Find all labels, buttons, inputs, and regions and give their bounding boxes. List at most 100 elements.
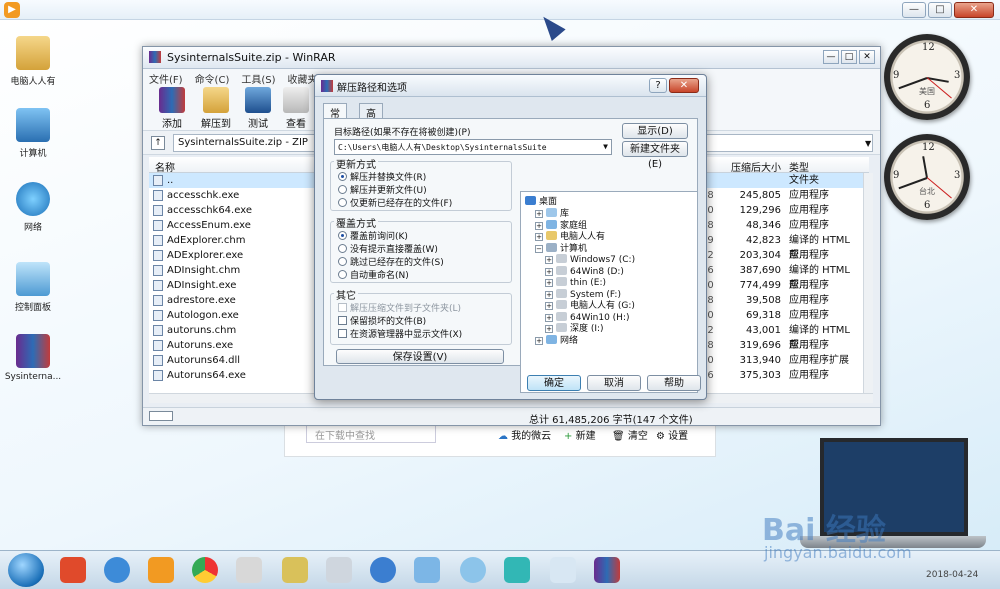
extract-to-button[interactable]: 解压到 (197, 87, 235, 130)
dialog-app-icon (321, 80, 333, 92)
expand-toggle-icon[interactable]: − (535, 244, 543, 253)
add-archive-icon (159, 87, 185, 113)
tree-node[interactable]: + System (F:) (545, 288, 621, 301)
clock-gadget[interactable]: 12 3 6 9 台北 (884, 134, 970, 220)
tree-node-desktop[interactable]: 桌面 (525, 196, 557, 208)
update-mode-label: 更新方式 (334, 156, 378, 171)
fan-icon[interactable] (460, 557, 486, 583)
radio-extract-replace[interactable]: 解压并替换文件(R) (338, 172, 426, 184)
tree-node[interactable]: + 电脑人人有 (G:) (545, 300, 635, 312)
dialog-close-button[interactable]: ✕ (669, 78, 699, 93)
column-packed-size[interactable]: 压缩后大小 (731, 159, 781, 174)
drive-icon[interactable] (149, 411, 173, 421)
menu-command[interactable]: 命令(C) (189, 69, 236, 86)
radio-ask-before-overwrite[interactable]: 覆盖前询问(K) (338, 231, 408, 243)
desktop-icon-network[interactable]: 网络 (0, 182, 66, 233)
up-folder-icon[interactable]: ↑ (151, 136, 165, 150)
computer-icon (16, 108, 50, 142)
help-button[interactable]: 帮助 (647, 375, 701, 391)
winrar-close-button[interactable]: ✕ (859, 50, 875, 64)
chrome-icon[interactable] (192, 557, 218, 583)
target-path-input[interactable]: C:\Users\电脑人人有\Desktop\SysinternalsSuite… (334, 139, 612, 155)
tree-node[interactable]: +64Win10 (H:) (545, 311, 630, 324)
tree-node[interactable]: + 家庭组 (535, 219, 587, 232)
tree-node[interactable]: +64Win8 (D:) (545, 265, 624, 278)
desktop-icon-control-panel[interactable]: 控制面板 (0, 262, 66, 313)
menu-file[interactable]: 文件(F) (143, 69, 189, 86)
expand-toggle-icon[interactable]: + (545, 279, 553, 287)
menu-tools[interactable]: 工具(S) (235, 69, 281, 86)
explorer-icon[interactable] (282, 557, 308, 583)
document-icon[interactable] (326, 557, 352, 583)
tree-node[interactable]: + 库 (535, 208, 569, 220)
show-button[interactable]: 显示(D) (622, 123, 688, 139)
radio-overwrite-without-prompt[interactable]: 没有提示直接覆盖(W) (338, 244, 438, 256)
ok-button[interactable]: 确定 (527, 375, 581, 391)
expand-toggle-icon[interactable]: + (545, 290, 553, 299)
file-name: .. (167, 175, 174, 186)
desktop-icon-sysinternals[interactable]: Sysinterna... (0, 334, 66, 382)
media-player-icon[interactable] (148, 557, 174, 583)
expand-toggle-icon[interactable]: + (535, 336, 543, 345)
clock-gadget[interactable]: 12 3 6 9 美国 (884, 34, 970, 120)
add-button[interactable]: 添加 (153, 87, 191, 130)
tab-advanced[interactable]: 高级 (359, 103, 383, 135)
tree-node[interactable]: + 电脑人人有 (535, 231, 605, 243)
tree-node[interactable]: + 网络 (535, 334, 578, 347)
save-settings-button[interactable]: 保存设置(V) (336, 349, 504, 364)
remote-desktop-icon[interactable] (414, 557, 440, 583)
new-folder-button[interactable]: 新建文件夹(E) (622, 141, 688, 170)
expand-toggle-icon[interactable]: + (545, 325, 553, 333)
folder-tree[interactable]: 桌面 + 库 + 家庭组 + 电脑人人有 − 计算机 + Windows7 (C:) +64Win8 … (520, 191, 698, 393)
download-link-weiyun[interactable]: ☁ 我的微云 (498, 427, 551, 442)
download-link-new[interactable]: + 新建 (564, 427, 596, 442)
checkbox-extract-to-subfolder[interactable]: 解压压缩文件到子文件夹(L) (338, 303, 461, 315)
tree-node[interactable]: − 计算机 (535, 242, 587, 255)
test-button[interactable]: 测试 (239, 87, 277, 130)
expand-toggle-icon[interactable]: + (535, 210, 543, 218)
download-link-settings[interactable]: ⚙ 设置 (656, 427, 688, 442)
winrar-minimize-button[interactable]: — (823, 50, 839, 64)
radio-skip-existing[interactable]: 跳过已经存在的文件(S) (338, 257, 444, 269)
view-button[interactable]: 查看 (277, 87, 315, 130)
radio-extract-update[interactable]: 解压并更新文件(U) (338, 185, 427, 197)
desktop-icon-computer[interactable]: 计算机 (0, 108, 66, 159)
outer-minimize-button[interactable]: — (902, 2, 926, 18)
tree-node[interactable]: + thin (E:) (545, 277, 606, 289)
dialog-help-button[interactable]: ? (649, 78, 667, 93)
winrar-taskbar-icon[interactable] (594, 557, 620, 583)
radio-auto-rename[interactable]: 自动重命名(N) (338, 270, 409, 282)
path-dropdown-icon[interactable]: ▼ (865, 139, 871, 148)
expand-toggle-icon[interactable]: + (545, 302, 553, 310)
chevron-down-icon[interactable]: ▼ (603, 142, 608, 151)
expand-toggle-icon[interactable]: + (535, 233, 543, 241)
paint-icon[interactable] (550, 557, 576, 583)
desktop-icon-user-folder[interactable]: 电脑人人有 (0, 36, 66, 87)
browser-icon[interactable] (370, 557, 396, 583)
radio-update-existing[interactable]: 仅更新已经存在的文件(F) (338, 198, 452, 210)
checkbox-show-in-explorer[interactable]: 在资源管理器中显示文件(X) (338, 329, 462, 341)
expand-toggle-icon[interactable]: + (535, 221, 543, 230)
expand-toggle-icon[interactable]: + (545, 313, 553, 322)
cancel-button[interactable]: 取消 (587, 375, 641, 391)
winrar-maximize-button[interactable]: □ (841, 50, 857, 64)
expand-toggle-icon[interactable]: + (545, 267, 553, 276)
download-search-input[interactable]: 在下载中查找 (306, 423, 436, 443)
file-type: 应用程序 (789, 370, 829, 381)
download-link-clear[interactable]: 🗑 清空 (612, 427, 648, 442)
outer-maximize-button[interactable]: □ (928, 2, 952, 18)
expand-toggle-icon[interactable]: + (545, 256, 553, 264)
column-name[interactable]: 名称 (155, 159, 175, 174)
tree-folder-icon (556, 311, 567, 321)
tree-node[interactable]: + Windows7 (C:) (545, 254, 635, 266)
tree-node[interactable]: + 深度 (I:) (545, 323, 604, 335)
column-type[interactable]: 类型 (789, 159, 809, 174)
taskbar-app-icon[interactable] (60, 557, 86, 583)
checkbox-keep-broken-files[interactable]: 保留损坏的文件(B) (338, 316, 426, 328)
file-list-vertical-scrollbar[interactable] (863, 173, 873, 393)
app-grid-icon[interactable] (236, 557, 262, 583)
headphones-icon[interactable] (504, 557, 530, 583)
ie-icon[interactable] (104, 557, 130, 583)
outer-close-button[interactable]: ✕ (954, 2, 994, 18)
start-button[interactable] (8, 553, 44, 587)
